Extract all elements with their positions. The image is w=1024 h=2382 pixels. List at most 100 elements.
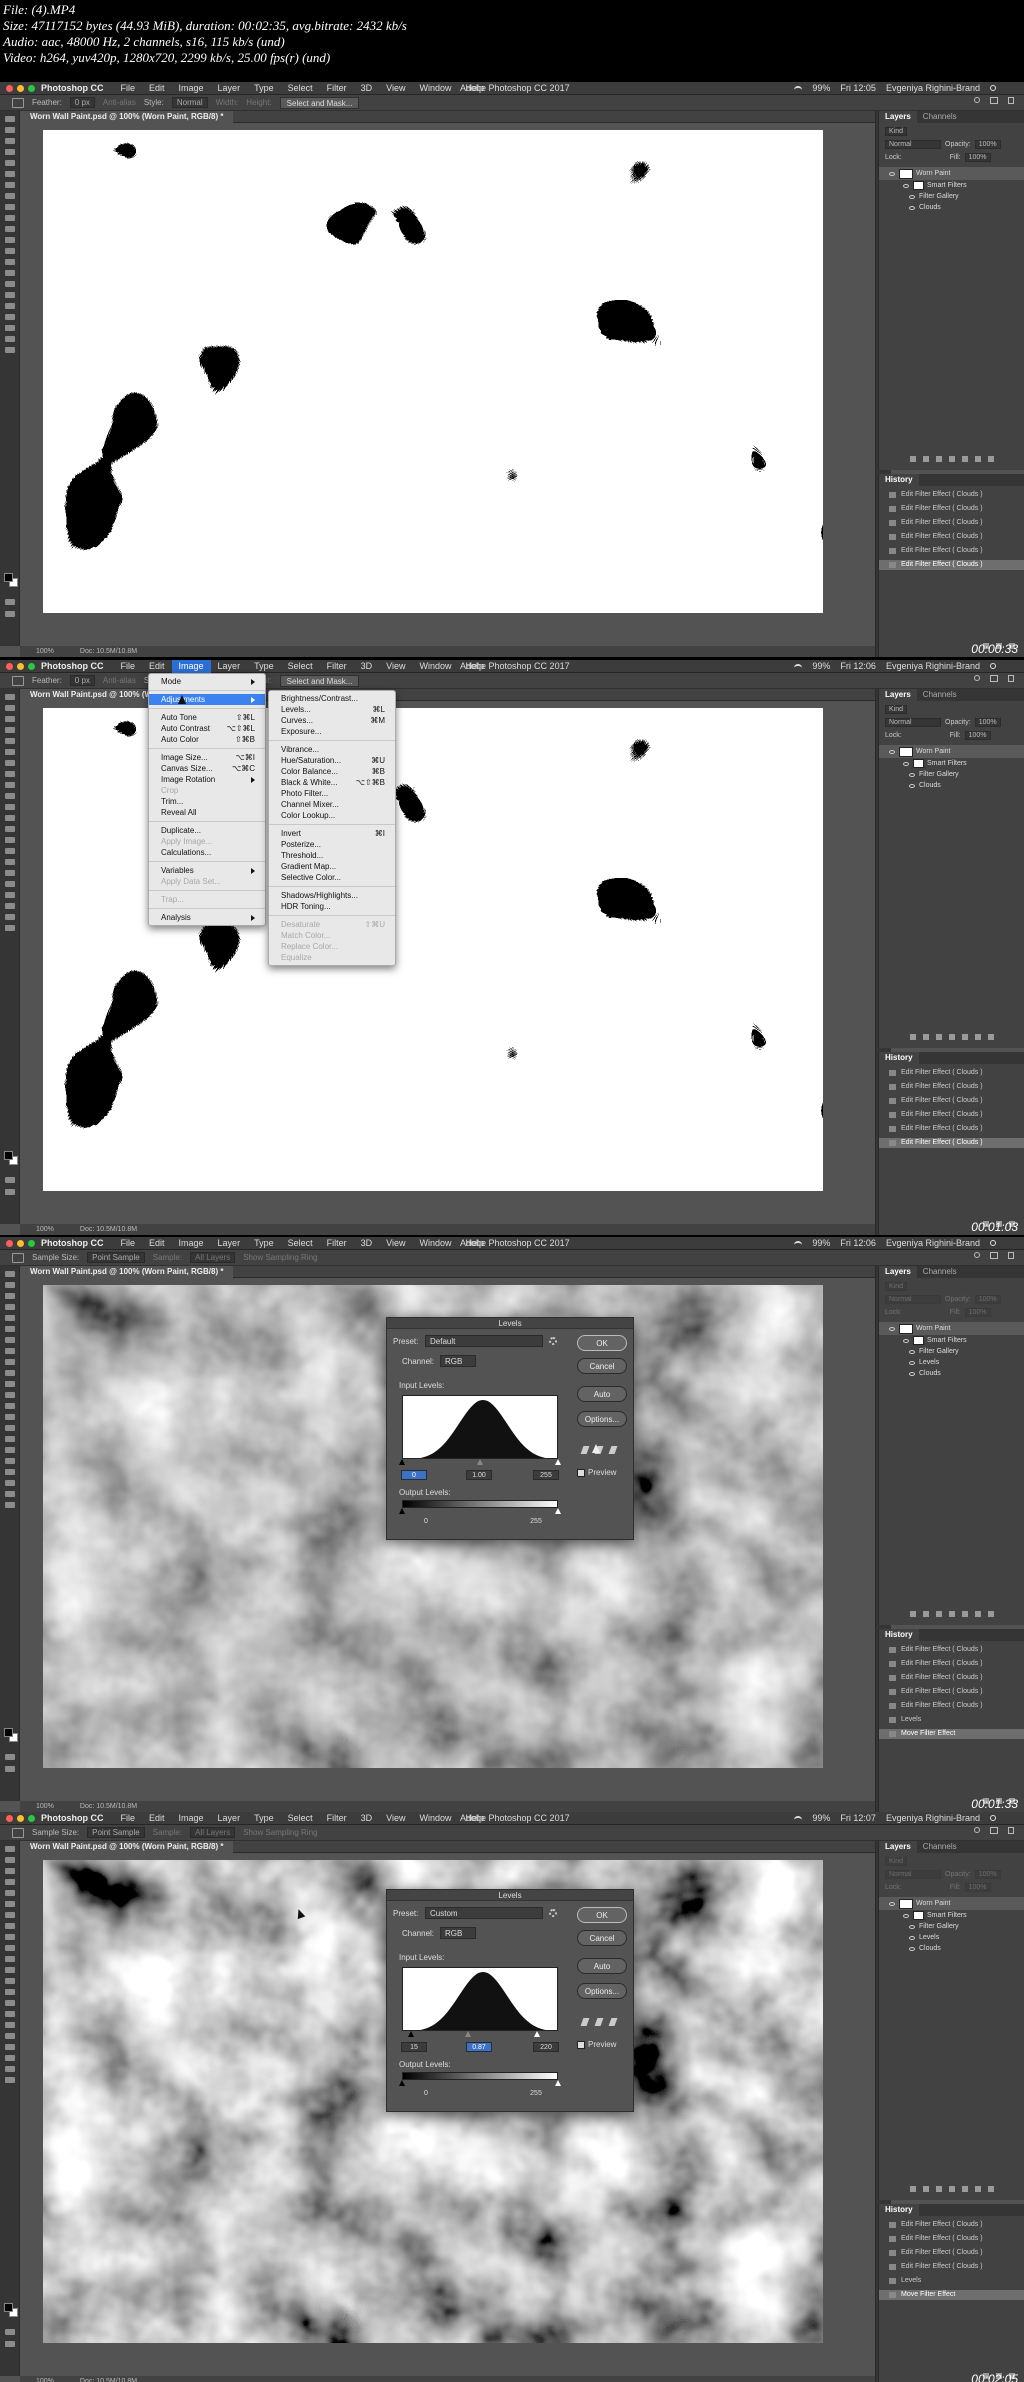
- share-icon[interactable]: [1008, 675, 1014, 682]
- history-state[interactable]: Edit Filter Effect ( Clouds ): [879, 1659, 1024, 1669]
- visibility-eye-icon[interactable]: [889, 171, 895, 176]
- search-icon[interactable]: [990, 85, 996, 91]
- menu-3d[interactable]: 3D: [354, 1237, 380, 1250]
- delete-icon[interactable]: [988, 1611, 994, 1617]
- more-tools-tool-icon[interactable]: [4, 1502, 15, 1508]
- black-point-slider[interactable]: [399, 1459, 405, 1465]
- output-black-slider[interactable]: [399, 1508, 405, 1514]
- gray-eyedropper-icon[interactable]: [594, 2018, 604, 2026]
- adjustment-icon[interactable]: [949, 1034, 955, 1040]
- delete-icon[interactable]: [988, 456, 994, 462]
- screen-mode-icon[interactable]: [5, 1766, 15, 1772]
- style-select[interactable]: Normal: [171, 97, 208, 108]
- menu-3d[interactable]: 3D: [354, 82, 380, 95]
- history-state[interactable]: Edit Filter Effect ( Clouds ): [879, 1673, 1024, 1683]
- type-tool-icon[interactable]: [4, 870, 15, 876]
- share-icon[interactable]: [1008, 97, 1014, 104]
- opacity-input[interactable]: 100%: [974, 1295, 1001, 1304]
- fx-icon[interactable]: [923, 456, 929, 462]
- brush-tool-icon[interactable]: [4, 782, 15, 788]
- minimize-window-button[interactable]: [17, 1814, 24, 1822]
- output-white-field[interactable]: 255: [523, 2088, 549, 2098]
- link-icon[interactable]: [910, 1034, 916, 1040]
- lasso-tool-icon[interactable]: [4, 1293, 15, 1299]
- layer-row[interactable]: Worn Paint: [879, 167, 1024, 180]
- foreground-color-swatch[interactable]: [4, 1728, 13, 1737]
- path-select-tool-icon[interactable]: [4, 2033, 15, 2039]
- document-canvas[interactable]: [43, 130, 823, 613]
- preview-checkbox[interactable]: Preview: [577, 2040, 616, 2049]
- quick-select-tool-icon[interactable]: [4, 1304, 15, 1310]
- foreground-color-swatch[interactable]: [4, 1151, 13, 1160]
- blur-tool-icon[interactable]: [4, 837, 15, 843]
- menu-item[interactable]: Shadows/Highlights...: [269, 890, 395, 901]
- lasso-tool-icon[interactable]: [4, 716, 15, 722]
- gamma-slider[interactable]: [464, 2031, 471, 2037]
- search-icon[interactable]: [990, 1815, 996, 1821]
- history-state[interactable]: Edit Filter Effect ( Clouds ): [879, 2248, 1024, 2258]
- menu-layer[interactable]: Layer: [211, 82, 248, 95]
- zoom-window-button[interactable]: [28, 1814, 35, 1822]
- menu-item[interactable]: Auto Tone ⇧⌘L: [149, 712, 265, 723]
- history-state[interactable]: Edit Filter Effect ( Clouds ): [879, 1701, 1024, 1711]
- link-icon[interactable]: [910, 2186, 916, 2192]
- frame-tool-icon[interactable]: [4, 749, 15, 755]
- menu-item[interactable]: Levels... ⌘L: [269, 704, 395, 715]
- visibility-eye-icon[interactable]: [909, 194, 915, 199]
- menu-3d[interactable]: 3D: [354, 660, 380, 673]
- visibility-eye-icon[interactable]: [903, 1913, 909, 1918]
- document-size[interactable]: Doc: 10.5M/10.8M: [80, 1803, 137, 1810]
- preset-options-gear-icon[interactable]: [549, 1337, 557, 1345]
- sample-select[interactable]: All Layers: [190, 1827, 236, 1838]
- history-state[interactable]: Edit Filter Effect ( Clouds ): [879, 2220, 1024, 2230]
- document-size[interactable]: Doc: 10.5M/10.8M: [80, 648, 137, 655]
- menu-filter[interactable]: Filter: [320, 1812, 354, 1825]
- tab-channels[interactable]: Channels: [917, 1266, 963, 1278]
- input-white-field[interactable]: 255: [533, 1470, 559, 1480]
- output-slider-track[interactable]: [399, 1508, 561, 1514]
- smart-filter-row[interactable]: Smart Filters: [879, 1910, 1024, 1921]
- close-window-button[interactable]: [6, 662, 13, 670]
- delete-icon[interactable]: [988, 2186, 994, 2192]
- quick-mask-icon[interactable]: [5, 1754, 15, 1760]
- output-white-field[interactable]: 255: [523, 1516, 549, 1526]
- menu-select[interactable]: Select: [281, 1812, 320, 1825]
- menu-filter[interactable]: Filter: [320, 660, 354, 673]
- search-icon[interactable]: [974, 1252, 980, 1258]
- healing-tool-icon[interactable]: [4, 1348, 15, 1354]
- menu-view[interactable]: View: [379, 1237, 412, 1250]
- visibility-eye-icon[interactable]: [909, 772, 915, 777]
- menu-file[interactable]: File: [114, 82, 143, 95]
- brush-tool-icon[interactable]: [4, 1934, 15, 1940]
- user-name[interactable]: Evgeniya Righini-Brand: [886, 1812, 980, 1825]
- tool-preset-icon[interactable]: [12, 1827, 24, 1838]
- tab-channels[interactable]: Channels: [917, 1841, 963, 1853]
- opacity-input[interactable]: 100%: [974, 718, 1001, 727]
- cancel-button[interactable]: Cancel: [577, 1358, 627, 1374]
- move-tool-icon[interactable]: [4, 694, 15, 700]
- pen-tool-icon[interactable]: [4, 2011, 15, 2017]
- white-eyedropper-icon[interactable]: [608, 1446, 618, 1454]
- clone-stamp-tool-icon[interactable]: [4, 1370, 15, 1376]
- dodge-tool-icon[interactable]: [4, 2000, 15, 2006]
- menu-item[interactable]: Photo Filter...: [269, 788, 395, 799]
- adjustment-icon[interactable]: [949, 456, 955, 462]
- menu-item[interactable]: Adjustments: [149, 694, 265, 705]
- input-slider-track[interactable]: [402, 2031, 558, 2037]
- white-point-slider[interactable]: [533, 2031, 540, 2037]
- menu-item[interactable]: Channel Mixer...: [269, 799, 395, 810]
- fill-input[interactable]: 100%: [964, 1308, 991, 1317]
- sample-size-select[interactable]: Point Sample: [87, 1252, 145, 1263]
- menu-item[interactable]: Black & White... ⌥⇧⌘B: [269, 777, 395, 788]
- document-tab[interactable]: Worn Wall Paint.psd @ 100% (Worn Paint, …: [20, 1841, 234, 1853]
- history-state[interactable]: Edit Filter Effect ( Clouds ): [879, 1124, 1024, 1134]
- zoom-tool-icon[interactable]: [4, 336, 15, 342]
- menu-item[interactable]: Canvas Size... ⌥⌘C: [149, 763, 265, 774]
- menu-edit[interactable]: Edit: [142, 82, 172, 95]
- blend-mode-select[interactable]: Normal: [885, 1295, 941, 1304]
- move-tool-icon[interactable]: [4, 1846, 15, 1852]
- blend-mode-select[interactable]: Normal: [885, 1870, 941, 1879]
- preview-checkbox[interactable]: Preview: [577, 1468, 616, 1477]
- eyedropper-tool-icon[interactable]: [4, 1912, 15, 1918]
- history-brush-tool-icon[interactable]: [4, 226, 15, 232]
